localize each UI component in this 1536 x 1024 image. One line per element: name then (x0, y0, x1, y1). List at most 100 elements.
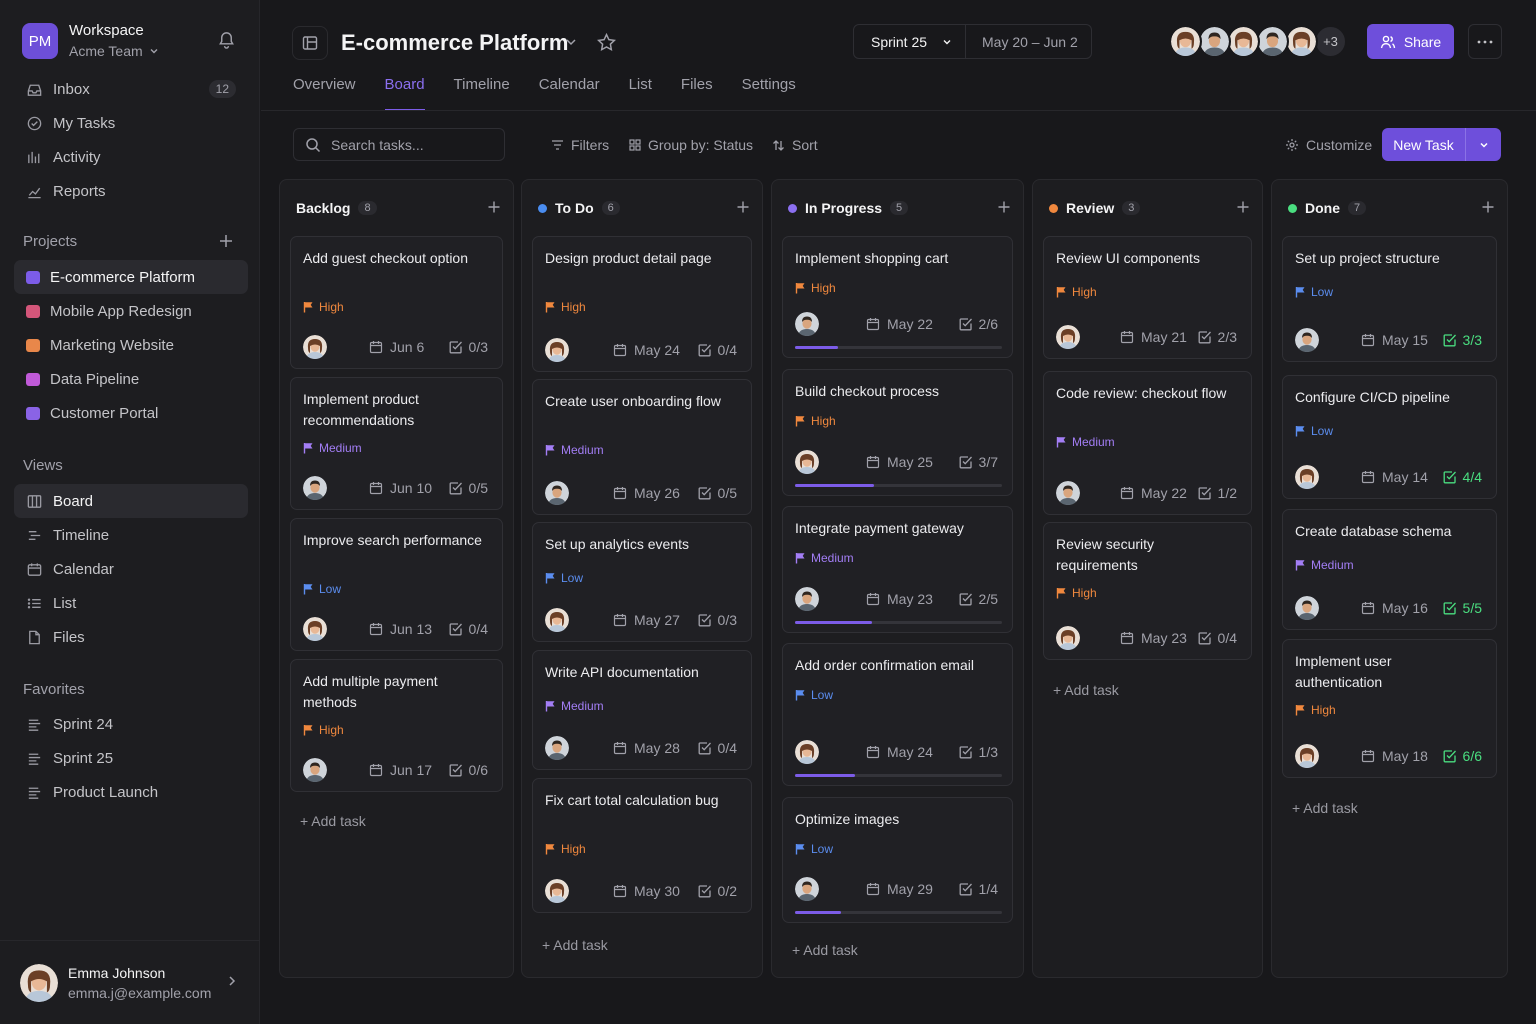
add-card-icon[interactable] (997, 200, 1011, 214)
sidebar-item-files[interactable]: Files (14, 620, 248, 654)
member-avatars[interactable]: +3 (1169, 25, 1347, 58)
new-task-button[interactable]: New Task (1382, 128, 1501, 161)
tab-timeline[interactable]: Timeline (454, 76, 510, 111)
sort-button[interactable]: Sort (772, 137, 818, 153)
more-options-button[interactable] (1468, 24, 1502, 59)
avatar[interactable] (1198, 25, 1231, 58)
add-task-button[interactable]: + Add task (792, 942, 858, 958)
assignee-avatar[interactable] (1295, 744, 1319, 768)
sidebar-item-list[interactable]: List (14, 586, 248, 620)
search-input[interactable]: Search tasks... (293, 128, 505, 161)
assignee-avatar[interactable] (795, 877, 819, 901)
task-card[interactable]: Build checkout process High May 25 3/7 (782, 369, 1013, 496)
task-card[interactable]: Create user onboarding flow Medium May 26 0… (532, 379, 752, 515)
task-card[interactable]: Implement product recommendations Medium J… (290, 377, 503, 510)
assignee-avatar[interactable] (795, 312, 819, 336)
sidebar-item-e-commerce-platform[interactable]: E-commerce Platform (14, 260, 248, 294)
task-card[interactable]: Add order confirmation email Low May 24 1/3 (782, 643, 1013, 786)
sidebar-item-sprint-24[interactable]: Sprint 24 (14, 707, 248, 741)
add-card-icon[interactable] (1481, 200, 1495, 214)
avatar[interactable] (1169, 25, 1202, 58)
assignee-avatar[interactable] (795, 740, 819, 764)
star-icon[interactable] (596, 32, 617, 53)
sidebar-item-board[interactable]: Board (14, 484, 248, 518)
task-card[interactable]: Implement shopping cart High May 22 2/6 (782, 236, 1013, 358)
workspace-switcher[interactable]: PM Workspace Acme Team (22, 21, 159, 61)
avatar[interactable] (1227, 25, 1260, 58)
tab-settings[interactable]: Settings (742, 76, 796, 111)
assignee-avatar[interactable] (303, 617, 327, 641)
sidebar-item-sprint-25[interactable]: Sprint 25 (14, 741, 248, 775)
chevron-down-icon[interactable] (564, 35, 578, 49)
tab-board[interactable]: Board (384, 76, 425, 111)
add-project-icon[interactable] (218, 233, 234, 249)
assignee-avatar[interactable] (545, 338, 569, 362)
assignee-avatar[interactable] (1295, 465, 1319, 489)
assignee-avatar[interactable] (545, 481, 569, 505)
share-button[interactable]: Share (1367, 24, 1454, 59)
tab-overview[interactable]: Overview (293, 76, 356, 111)
sidebar-item-activity[interactable]: Activity (14, 140, 248, 174)
assignee-avatar[interactable] (795, 587, 819, 611)
assignee-avatar[interactable] (1056, 325, 1080, 349)
task-card[interactable]: Write API documentation Medium May 28 0/4 (532, 650, 752, 770)
add-task-button[interactable]: + Add task (300, 813, 366, 829)
project-icon[interactable] (292, 26, 328, 60)
task-card[interactable]: Integrate payment gateway Medium May 23 2/5 (782, 506, 1013, 633)
filters-button[interactable]: Filters (551, 137, 609, 153)
assignee-avatar[interactable] (545, 736, 569, 760)
assignee-avatar[interactable] (303, 476, 327, 500)
customize-button[interactable]: Customize (1285, 137, 1372, 153)
sidebar-item-data-pipeline[interactable]: Data Pipeline (14, 362, 248, 396)
avatar[interactable] (1256, 25, 1289, 58)
task-card[interactable]: Configure CI/CD pipeline Low May 14 4/4 (1282, 375, 1497, 499)
sidebar-item-inbox[interactable]: Inbox 12 (14, 72, 248, 106)
add-card-icon[interactable] (487, 200, 501, 214)
assignee-avatar[interactable] (545, 608, 569, 632)
assignee-avatar[interactable] (1295, 328, 1319, 352)
assignee-avatar[interactable] (1056, 626, 1080, 650)
assignee-avatar[interactable] (545, 879, 569, 903)
bell-icon[interactable] (217, 30, 236, 49)
task-card[interactable]: Implement user authentication High May 18 6… (1282, 639, 1497, 778)
add-card-icon[interactable] (1236, 200, 1250, 214)
assignee-avatar[interactable] (1295, 596, 1319, 620)
add-task-button[interactable]: + Add task (1053, 682, 1119, 698)
tab-calendar[interactable]: Calendar (539, 76, 600, 111)
task-card[interactable]: Set up project structure Low May 15 3/3 (1282, 236, 1497, 362)
assignee-avatar[interactable] (1056, 481, 1080, 505)
chevron-down-icon[interactable] (1466, 128, 1501, 161)
sidebar-item-timeline[interactable]: Timeline (14, 518, 248, 552)
sprint-selector[interactable]: Sprint 25 May 20 – Jun 2 (853, 24, 1092, 59)
user-profile[interactable]: Emma Johnson emma.j@example.com (0, 940, 260, 1024)
task-card[interactable]: Add guest checkout option High Jun 6 0/3 (290, 236, 503, 369)
task-card[interactable]: Fix cart total calculation bug High May 30… (532, 778, 752, 913)
sidebar-item-customer-portal[interactable]: Customer Portal (14, 396, 248, 430)
sidebar-item-my-tasks[interactable]: My Tasks (14, 106, 248, 140)
assignee-avatar[interactable] (303, 335, 327, 359)
avatar[interactable] (1285, 25, 1318, 58)
sidebar-item-mobile-app-redesign[interactable]: Mobile App Redesign (14, 294, 248, 328)
task-card[interactable]: Add multiple payment methods High Jun 17 0/… (290, 659, 503, 792)
add-task-button[interactable]: + Add task (1292, 800, 1358, 816)
task-card[interactable]: Set up analytics events Low May 27 0/3 (532, 522, 752, 642)
assignee-avatar[interactable] (795, 450, 819, 474)
more-members-badge[interactable]: +3 (1314, 25, 1347, 58)
task-card[interactable]: Review UI components High May 21 2/3 (1043, 236, 1252, 359)
group-by-button[interactable]: Group by: Status (629, 137, 753, 153)
task-card[interactable]: Design product detail page High May 24 0/4 (532, 236, 752, 372)
sidebar-item-marketing-website[interactable]: Marketing Website (14, 328, 248, 362)
task-card[interactable]: Create database schema Medium May 16 5/5 (1282, 509, 1497, 630)
assignee-avatar[interactable] (303, 758, 327, 782)
task-card[interactable]: Improve search performance Low Jun 13 0/4 (290, 518, 503, 651)
sidebar-item-reports[interactable]: Reports (14, 174, 248, 208)
task-card[interactable]: Code review: checkout flow Medium May 22 1/… (1043, 371, 1252, 515)
new-task-label[interactable]: New Task (1382, 128, 1466, 161)
tab-files[interactable]: Files (681, 76, 713, 111)
tab-list[interactable]: List (629, 76, 652, 111)
task-card[interactable]: Optimize images Low May 29 1/4 (782, 797, 1013, 923)
sidebar-item-product-launch[interactable]: Product Launch (14, 775, 248, 809)
sidebar-item-calendar[interactable]: Calendar (14, 552, 248, 586)
task-card[interactable]: Review security requirements High May 23 0/… (1043, 522, 1252, 660)
add-task-button[interactable]: + Add task (542, 937, 608, 953)
